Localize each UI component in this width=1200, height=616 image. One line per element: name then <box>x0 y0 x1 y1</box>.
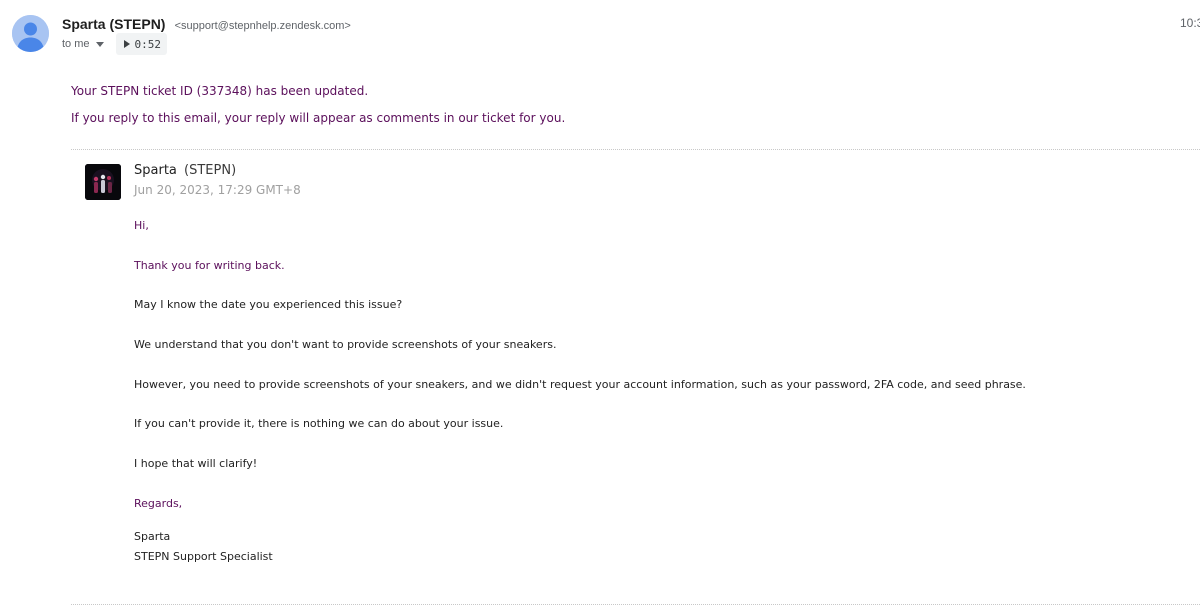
reply-instructions: If you reply to this email, your reply w… <box>71 111 566 125</box>
comment-date: Jun 20, 2023, 17:29 GMT+8 <box>134 183 301 197</box>
message-paragraph: However, you need to provide screenshots… <box>134 378 1026 391</box>
signature-name: Sparta <box>134 530 171 543</box>
email-view: Sparta (STEPN) <support@stepnhelp.zendes… <box>0 0 1200 616</box>
sender-avatar-icon[interactable] <box>12 15 49 52</box>
divider <box>71 604 1200 605</box>
comment-author-name: Sparta <box>134 163 177 178</box>
message-paragraph: I hope that will clarify! <box>134 457 258 470</box>
sender-email: <support@stepnhelp.zendesk.com> <box>174 20 351 32</box>
recipient-details-toggle[interactable]: to me <box>62 38 104 50</box>
comment-author: Sparta (STEPN) <box>134 163 236 178</box>
play-icon <box>123 40 130 48</box>
sender-name[interactable]: Sparta (STEPN) <box>62 16 165 32</box>
audio-play-button[interactable]: 0:52 <box>115 33 168 55</box>
email-timestamp: 10:3 <box>1180 16 1200 30</box>
chevron-down-icon[interactable] <box>95 41 104 47</box>
agent-avatar <box>85 164 121 200</box>
sender-line: Sparta (STEPN) <support@stepnhelp.zendes… <box>62 14 351 33</box>
audio-duration: 0:52 <box>134 37 162 51</box>
message-paragraph: Thank you for writing back. <box>134 259 285 272</box>
ticket-update-notice: Your STEPN ticket ID (337348) has been u… <box>71 84 369 98</box>
divider <box>71 149 1200 150</box>
comment-author-org: (STEPN) <box>184 163 237 178</box>
recipient-line: to me 0:52 <box>62 33 168 55</box>
message-paragraph: May I know the date you experienced this… <box>134 298 403 311</box>
recipient-label: to me <box>62 38 90 50</box>
message-paragraph: We understand that you don't want to pro… <box>134 338 557 351</box>
message-paragraph: Regards, <box>134 497 183 510</box>
message-paragraph: If you can't provide it, there is nothin… <box>134 417 504 430</box>
message-paragraph: Hi, <box>134 219 149 232</box>
signature-title: STEPN Support Specialist <box>134 550 273 563</box>
